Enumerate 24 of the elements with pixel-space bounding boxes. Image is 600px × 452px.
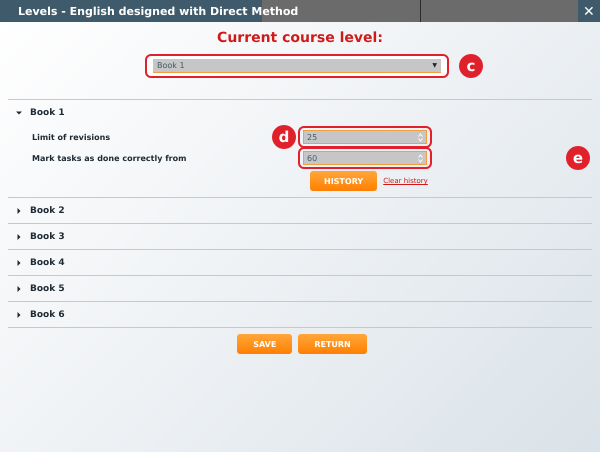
- book-toggle[interactable]: Book 2: [8, 198, 65, 223]
- caret-icon: [16, 260, 22, 266]
- window-title: Levels - English designed with Direct Method: [18, 4, 298, 18]
- spinner-icon[interactable]: [418, 132, 423, 142]
- book-toggle[interactable]: Book 5: [8, 276, 65, 301]
- number-field[interactable]: 25: [303, 130, 427, 144]
- heading: Current course level:: [216, 30, 384, 46]
- book-toggle[interactable]: Book 6: [8, 302, 65, 327]
- book-toggle[interactable]: Book 3: [8, 224, 65, 249]
- callout-badge: e: [566, 146, 590, 170]
- callout-badge: d: [272, 125, 296, 149]
- setting-label: Mark tasks as done correctly from: [32, 154, 188, 162]
- setting-label: Limit of revisions: [32, 132, 112, 142]
- close-button[interactable]: ✕: [578, 0, 600, 22]
- caret-icon: [16, 234, 22, 240]
- number-field[interactable]: 60: [303, 151, 427, 165]
- spinner-icon[interactable]: [418, 154, 423, 162]
- book-toggle[interactable]: Book 4: [8, 250, 65, 275]
- caret-icon: [16, 312, 22, 318]
- book-toggle[interactable]: Book 1: [8, 100, 65, 125]
- callout-badge: c: [459, 54, 483, 78]
- caret-icon: [16, 286, 22, 292]
- caret-icon: [16, 208, 22, 214]
- caret-icon: [16, 110, 22, 116]
